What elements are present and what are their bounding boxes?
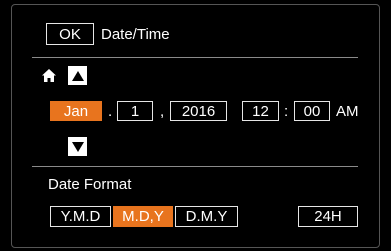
year-value: 2016 [181,102,216,120]
ok-button[interactable]: OK [46,23,94,45]
day-field[interactable]: 1 [117,101,153,121]
clock-24h-toggle[interactable]: 24H [298,206,358,227]
header-divider [32,57,358,58]
option-label: Y.M.D [60,208,101,225]
clock-24h-label: 24H [314,208,342,225]
date-format-label: Date Format [48,176,132,193]
date-format-option-ymd[interactable]: Y.M.D [50,206,111,227]
date-separator-dot: . [108,103,113,120]
option-label: D.M.Y [185,208,228,225]
arrow-up-icon[interactable] [68,66,87,85]
date-format-option-dmy[interactable]: D.M.Y [175,206,238,227]
ampm-label: AM [336,103,359,120]
date-format-option-mdy[interactable]: M.D,Y [113,206,173,227]
section-divider [32,166,358,167]
arrow-down-icon[interactable] [68,137,87,156]
minute-value: 00 [303,102,321,120]
year-field[interactable]: 2016 [170,101,227,121]
day-value: 1 [130,102,140,120]
hour-value: 12 [252,102,269,120]
time-separator-colon: : [284,103,289,120]
date-separator-comma: , [160,103,165,120]
ok-label: OK [59,25,81,43]
month-value: Jan [63,102,89,120]
page-title: Date/Time [101,26,170,43]
home-icon [42,69,56,82]
minute-field[interactable]: 00 [294,101,330,121]
month-field[interactable]: Jan [50,101,102,121]
hour-field[interactable]: 12 [242,101,279,121]
option-label: M.D,Y [122,208,164,225]
